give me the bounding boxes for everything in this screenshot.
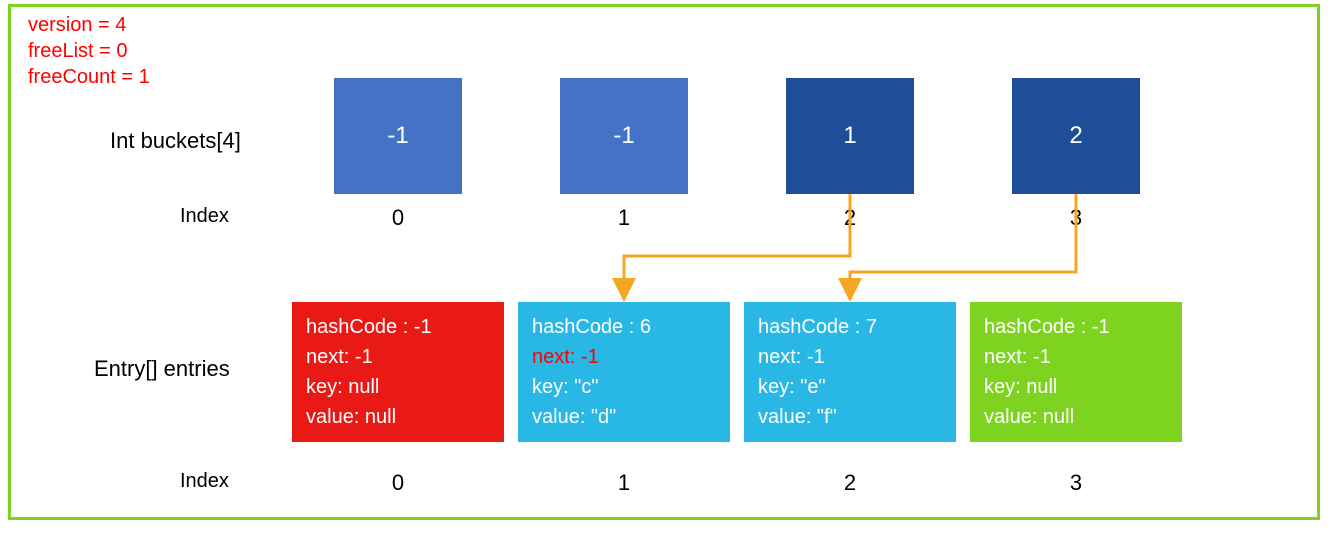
buckets-array-label: Int buckets[4] <box>110 128 241 154</box>
entries-array-label: Entry[] entries <box>94 356 230 382</box>
entry-index-3: 3 <box>1061 470 1091 496</box>
entry-1-value: value: "d" <box>532 402 716 432</box>
entry-3-hashcode: hashCode : -1 <box>984 312 1168 342</box>
entry-index-2: 2 <box>835 470 865 496</box>
entry-0-hashcode: hashCode : -1 <box>306 312 490 342</box>
bucket-0-value: -1 <box>387 122 408 150</box>
bucket-3-value: 2 <box>1069 122 1082 150</box>
entry-2-key: key: "e" <box>758 372 942 402</box>
bucket-1: -1 <box>560 78 688 194</box>
entry-0-key: key: null <box>306 372 490 402</box>
entry-index-label: Index <box>180 470 229 493</box>
bucket-index-3: 3 <box>1061 205 1091 231</box>
bucket-0: -1 <box>334 78 462 194</box>
entry-1-key: key: "c" <box>532 372 716 402</box>
entry-3-next: next: -1 <box>984 342 1168 372</box>
bucket-index-1: 1 <box>609 205 639 231</box>
entry-2-hashcode: hashCode : 7 <box>758 312 942 342</box>
entry-1-next: next: -1 <box>532 342 716 372</box>
entry-index-1: 1 <box>609 470 639 496</box>
entry-1-hashcode: hashCode : 6 <box>532 312 716 342</box>
entry-0-next: next: -1 <box>306 342 490 372</box>
bucket-1-value: -1 <box>613 122 634 150</box>
meta-freelist: freeList = 0 <box>28 38 150 64</box>
diagram-canvas: version = 4 freeList = 0 freeCount = 1 I… <box>0 0 1328 533</box>
entry-2-value: value: "f" <box>758 402 942 432</box>
bucket-index-2: 2 <box>835 205 865 231</box>
entry-0-value: value: null <box>306 402 490 432</box>
meta-version: version = 4 <box>28 12 150 38</box>
entry-2: hashCode : 7 next: -1 key: "e" value: "f… <box>744 302 956 442</box>
bucket-2-value: 1 <box>843 122 856 150</box>
entry-3-value: value: null <box>984 402 1168 432</box>
meta-freecount: freeCount = 1 <box>28 64 150 90</box>
entry-1: hashCode : 6 next: -1 key: "c" value: "d… <box>518 302 730 442</box>
entry-0: hashCode : -1 next: -1 key: null value: … <box>292 302 504 442</box>
entry-index-0: 0 <box>383 470 413 496</box>
bucket-index-0: 0 <box>383 205 413 231</box>
entry-3-key: key: null <box>984 372 1168 402</box>
entry-3: hashCode : -1 next: -1 key: null value: … <box>970 302 1182 442</box>
bucket-2: 1 <box>786 78 914 194</box>
bucket-3: 2 <box>1012 78 1140 194</box>
meta-block: version = 4 freeList = 0 freeCount = 1 <box>28 12 150 90</box>
bucket-index-label: Index <box>180 205 229 228</box>
entry-2-next: next: -1 <box>758 342 942 372</box>
